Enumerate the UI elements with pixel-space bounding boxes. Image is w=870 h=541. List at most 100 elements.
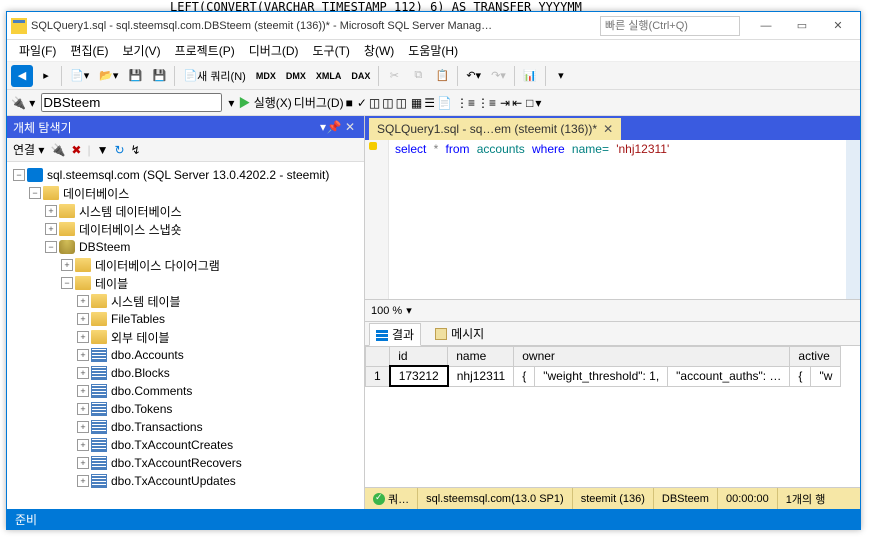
- debug-button[interactable]: 디버그(D): [294, 94, 344, 111]
- change-connection-button[interactable]: 🔌 ▾: [11, 96, 35, 110]
- menu-file[interactable]: 파일(F): [13, 40, 62, 61]
- dmx-button[interactable]: DMX: [282, 65, 310, 87]
- tree-databases[interactable]: −데이터베이스: [7, 184, 364, 202]
- uncomment-button[interactable]: ⋮≡: [477, 96, 496, 110]
- tree-table-transactions[interactable]: +dbo.Transactions: [7, 418, 364, 436]
- object-tree[interactable]: −sql.steemsql.com (SQL Server 13.0.4202.…: [7, 162, 364, 509]
- dax-button[interactable]: DAX: [347, 65, 374, 87]
- menu-debug[interactable]: 디버그(D): [243, 40, 305, 61]
- cell-owner-aa[interactable]: "account_auths": …: [668, 366, 790, 386]
- tree-server[interactable]: −sql.steemsql.com (SQL Server 13.0.4202.…: [7, 166, 364, 184]
- activity-button[interactable]: 📊: [519, 65, 541, 87]
- format1-button[interactable]: ◫: [369, 96, 380, 110]
- new-query-button[interactable]: 📄 새 쿼리(N): [179, 65, 249, 87]
- indent-button[interactable]: ⇥: [500, 96, 510, 110]
- execute-button[interactable]: ▶ 실행(X): [238, 94, 291, 111]
- menu-view[interactable]: 보기(V): [116, 40, 166, 61]
- quick-launch-input[interactable]: [600, 16, 740, 36]
- tree-dbsteem[interactable]: −DBSteem: [7, 238, 364, 256]
- col-id[interactable]: id: [390, 347, 448, 367]
- outdent-button[interactable]: ⇤: [512, 96, 522, 110]
- results-grid[interactable]: id name owner active 1 173212 nhj12311 {…: [365, 346, 841, 387]
- open-button[interactable]: 📂▾: [95, 65, 122, 87]
- save-all-button[interactable]: 💾: [148, 65, 170, 87]
- paste-button[interactable]: 📋: [431, 65, 453, 87]
- zoom-value[interactable]: 100 %: [371, 305, 402, 317]
- panel-close-button[interactable]: ✕: [342, 120, 358, 134]
- stop-button[interactable]: ✖: [71, 143, 81, 157]
- panel-pin-button[interactable]: 📌: [326, 120, 342, 134]
- col-name[interactable]: name: [448, 347, 514, 367]
- minimap[interactable]: [846, 140, 860, 299]
- db-dropdown-button[interactable]: ▾: [228, 96, 234, 110]
- tree-sys-db[interactable]: +시스템 데이터베이스: [7, 202, 364, 220]
- zoom-dropdown[interactable]: ▾: [406, 304, 412, 317]
- col-owner[interactable]: owner: [514, 347, 790, 367]
- tab-results[interactable]: 결과: [369, 323, 421, 346]
- cell-id[interactable]: 173212: [390, 366, 448, 386]
- row-number[interactable]: 1: [366, 366, 390, 386]
- tree-table-blocks[interactable]: +dbo.Blocks: [7, 364, 364, 382]
- tree-db-snapshot[interactable]: +데이터베이스 스냅숏: [7, 220, 364, 238]
- results-file-button[interactable]: 📄: [437, 96, 452, 110]
- col-rownum[interactable]: [366, 347, 390, 367]
- tree-table-tokens[interactable]: +dbo.Tokens: [7, 400, 364, 418]
- tree-table-txaccountupdates[interactable]: +dbo.TxAccountUpdates: [7, 472, 364, 490]
- filter-button[interactable]: ▼: [97, 143, 109, 157]
- mdx-button[interactable]: MDX: [252, 65, 280, 87]
- refresh-button[interactable]: ↻: [114, 143, 124, 157]
- format3-button[interactable]: ◫: [396, 96, 407, 110]
- redo-button[interactable]: ↷▾: [487, 65, 510, 87]
- toolbar2-overflow[interactable]: ▾: [535, 96, 541, 110]
- xmla-button[interactable]: XMLA: [312, 65, 346, 87]
- connect-button[interactable]: 연결 ▾: [13, 141, 44, 158]
- nav-back-button[interactable]: ◀: [11, 65, 33, 87]
- tree-db-diagram[interactable]: +데이터베이스 다이어그램: [7, 256, 364, 274]
- copy-button[interactable]: ⧉: [407, 65, 429, 87]
- tree-table-accounts[interactable]: +dbo.Accounts: [7, 346, 364, 364]
- overflow-button[interactable]: ▾: [550, 65, 572, 87]
- tab-close-button[interactable]: ✕: [603, 122, 613, 136]
- cell-active-brace[interactable]: {: [790, 366, 811, 386]
- document-tab[interactable]: SQLQuery1.sql - sq…em (steemit (136))* ✕: [369, 118, 621, 140]
- results-text-button[interactable]: ☰: [424, 96, 435, 110]
- minimize-button[interactable]: —: [748, 14, 784, 38]
- parse-button[interactable]: ✓: [357, 96, 367, 110]
- tree-file-tables[interactable]: +FileTables: [7, 310, 364, 328]
- specify-values-button[interactable]: □: [526, 96, 533, 110]
- tree-table-txaccountcreates[interactable]: +dbo.TxAccountCreates: [7, 436, 364, 454]
- menu-window[interactable]: 창(W): [358, 40, 400, 61]
- menu-edit[interactable]: 편집(E): [64, 40, 114, 61]
- sync-button[interactable]: ↯: [131, 143, 141, 157]
- cancel-button[interactable]: ■: [346, 96, 353, 110]
- database-selector[interactable]: [41, 93, 222, 112]
- tree-tables[interactable]: −테이블: [7, 274, 364, 292]
- new-project-button[interactable]: 📄▾: [66, 65, 93, 87]
- tree-ext-tables[interactable]: +외부 테이블: [7, 328, 364, 346]
- results-grid-area[interactable]: id name owner active 1 173212 nhj12311 {…: [365, 346, 860, 487]
- cell-name[interactable]: nhj12311: [448, 366, 514, 386]
- tree-table-comments[interactable]: +dbo.Comments: [7, 382, 364, 400]
- cell-owner-wt[interactable]: "weight_threshold": 1,: [535, 366, 668, 386]
- save-button[interactable]: 💾: [124, 65, 146, 87]
- menu-project[interactable]: 프로젝트(P): [169, 40, 241, 61]
- tree-table-txaccountrecovers[interactable]: +dbo.TxAccountRecovers: [7, 454, 364, 472]
- menu-tools[interactable]: 도구(T): [307, 40, 356, 61]
- col-active[interactable]: active: [790, 347, 841, 367]
- code-area[interactable]: select * from accounts where name= 'nhj1…: [389, 140, 846, 299]
- table-row[interactable]: 1 173212 nhj12311 { "weight_threshold": …: [366, 366, 841, 386]
- undo-button[interactable]: ↶▾: [462, 65, 485, 87]
- cell-owner-brace[interactable]: {: [514, 366, 535, 386]
- results-grid-button[interactable]: ▦: [411, 96, 422, 110]
- menu-help[interactable]: 도움말(H): [402, 40, 464, 61]
- comment-button[interactable]: ⋮≡: [456, 96, 475, 110]
- close-button[interactable]: ✕: [820, 14, 856, 38]
- disconnect-button[interactable]: 🔌: [50, 143, 65, 157]
- sql-editor[interactable]: select * from accounts where name= 'nhj1…: [365, 140, 860, 300]
- cell-active-w[interactable]: "w: [811, 366, 841, 386]
- format2-button[interactable]: ◫: [382, 96, 393, 110]
- tree-sys-tables[interactable]: +시스템 테이블: [7, 292, 364, 310]
- tab-messages[interactable]: 메시지: [429, 323, 490, 344]
- restore-button[interactable]: ▭: [784, 14, 820, 38]
- cut-button[interactable]: ✂: [383, 65, 405, 87]
